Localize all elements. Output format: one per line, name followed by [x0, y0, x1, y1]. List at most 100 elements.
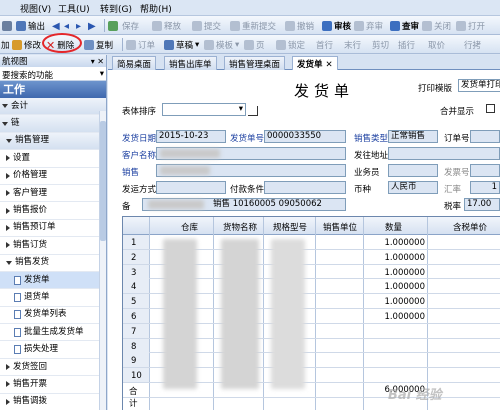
- nav-item[interactable]: 销售报价: [0, 202, 106, 220]
- payment-field[interactable]: [264, 181, 346, 194]
- tax-field[interactable]: 17.00: [464, 198, 500, 211]
- refresh-button[interactable]: [108, 19, 118, 33]
- nav-item[interactable]: 销售管理: [0, 132, 106, 151]
- take-price-label: 取价: [428, 41, 446, 51]
- nav-scrollbar[interactable]: [99, 111, 106, 410]
- merge-checkbox[interactable]: [486, 104, 495, 113]
- print-template-select[interactable]: 发货单打印: [458, 79, 500, 92]
- take-price-button[interactable]: 取价: [428, 38, 445, 52]
- row-number: 1: [131, 238, 137, 248]
- submit-label: 提交: [204, 22, 222, 32]
- print-button[interactable]: [2, 19, 12, 33]
- order-no-field[interactable]: [470, 130, 500, 143]
- nav-item[interactable]: 销售发货: [0, 255, 106, 272]
- qty-cell[interactable]: 1.000000: [363, 282, 425, 292]
- invoice-no-field[interactable]: [470, 164, 500, 177]
- page-button[interactable]: 页: [244, 38, 265, 52]
- nav-item[interactable]: 会计: [0, 98, 106, 116]
- nav-item[interactable]: 退货单: [0, 289, 106, 307]
- close-icon[interactable]: ✕: [325, 60, 332, 70]
- sort-select[interactable]: ▾: [162, 103, 246, 116]
- audit-button[interactable]: 审核: [322, 19, 351, 33]
- draft-button[interactable]: 草稿 ▾: [164, 38, 199, 52]
- redacted-block: [148, 200, 204, 209]
- lock-button[interactable]: 锁定: [276, 38, 305, 52]
- nav-item-label: 销售订货: [13, 239, 48, 250]
- row-copy-button[interactable]: 行拷: [464, 38, 481, 52]
- insert-row-button[interactable]: 插行: [398, 38, 415, 52]
- nav-scroll-thumb[interactable]: [100, 121, 106, 241]
- nav-last-button[interactable]: ▶: [88, 19, 96, 33]
- check-button[interactable]: 查审: [390, 19, 419, 33]
- col-warehouse[interactable]: 仓库: [181, 221, 198, 233]
- resubmit-button[interactable]: 重新提交: [230, 19, 276, 33]
- col-qty[interactable]: 数量: [385, 221, 402, 233]
- abandon-button[interactable]: 弃审: [354, 19, 383, 33]
- ship-no-field[interactable]: 0000033550: [264, 130, 346, 143]
- row-number: 5: [131, 297, 137, 308]
- nav-item[interactable]: 销售调拨: [0, 394, 106, 410]
- nav-prev-button[interactable]: ◂: [64, 19, 69, 33]
- grid-header: 仓库 货物名称 规格型号 销售单位 数量 含税单价: [123, 217, 500, 235]
- salesman-field[interactable]: [388, 164, 438, 177]
- col-spec[interactable]: 规格型号: [273, 221, 307, 233]
- release-button[interactable]: 释放: [152, 19, 181, 33]
- nav-item[interactable]: 发货单列表: [0, 307, 106, 325]
- nav-item[interactable]: 发货单: [0, 271, 106, 290]
- add-button[interactable]: 加: [1, 38, 10, 52]
- tab-simple-desktop[interactable]: 简易桌面: [112, 56, 157, 70]
- menu-view[interactable]: 视图(V): [20, 2, 51, 15]
- nav-first-button[interactable]: ◀: [52, 19, 60, 33]
- nav-item[interactable]: 客户管理: [0, 185, 106, 203]
- nav-item[interactable]: 发货签回: [0, 359, 106, 377]
- tab-sales-outbound[interactable]: 销售出库单: [164, 56, 217, 70]
- order-button[interactable]: 订单: [126, 38, 155, 52]
- submit-button[interactable]: 提交: [192, 19, 221, 33]
- sale-type-field[interactable]: 正常销售: [388, 130, 438, 143]
- menu-tools[interactable]: 工具(U): [58, 2, 90, 15]
- export-button[interactable]: 输出: [16, 19, 45, 33]
- qty-cell[interactable]: 1.000000: [363, 297, 425, 307]
- nav-next-button[interactable]: ▸: [76, 19, 81, 33]
- col-unit[interactable]: 销售单位: [323, 221, 357, 233]
- qty-cell[interactable]: 1.000000: [363, 238, 425, 248]
- transport-field[interactable]: [156, 181, 226, 194]
- modify-button[interactable]: 修改: [12, 38, 41, 52]
- delete-button[interactable]: ✕ 删除: [46, 38, 74, 52]
- ship-addr-field[interactable]: [388, 147, 500, 160]
- ship-date-field[interactable]: 2015-10-23: [156, 130, 226, 143]
- tab-delivery-note[interactable]: 发货单 ✕: [292, 56, 338, 70]
- pin-icon[interactable]: ▾ ✕: [91, 57, 106, 66]
- col-goods-name[interactable]: 货物名称: [223, 221, 257, 233]
- save-draft-button[interactable]: 保存: [122, 19, 139, 33]
- menu-help[interactable]: 帮助(H): [140, 2, 172, 15]
- qty-cell[interactable]: 1.000000: [363, 253, 425, 263]
- rate-field[interactable]: 1: [470, 181, 500, 194]
- nav-item[interactable]: 链: [0, 115, 106, 133]
- first-row-button[interactable]: 首行: [316, 38, 333, 52]
- close-doc-button[interactable]: 关闭: [422, 19, 451, 33]
- nav-item[interactable]: 批量生成发货单: [0, 324, 106, 342]
- menu-goto[interactable]: 转到(G): [100, 2, 132, 15]
- nav-search-box[interactable]: 要搜索的功能 ▾: [0, 67, 106, 81]
- dropdown-arrow-icon[interactable]: ▾: [100, 69, 104, 79]
- nav-item[interactable]: 损失处理: [0, 341, 106, 359]
- nav-section-work[interactable]: 工作: [0, 81, 106, 98]
- col-price[interactable]: 含税单价: [453, 221, 487, 233]
- last-row-button[interactable]: 末行: [344, 38, 361, 52]
- qty-cell[interactable]: 1.000000: [363, 312, 425, 322]
- nav-item[interactable]: 销售预订单: [0, 220, 106, 238]
- tab-sales-desktop[interactable]: 销售管理桌面: [224, 56, 286, 70]
- currency-field[interactable]: 人民币: [388, 181, 438, 194]
- copy-button[interactable]: 复制: [84, 38, 113, 52]
- qty-cell[interactable]: 1.000000: [363, 268, 425, 278]
- nav-item-label: 发货单列表: [24, 309, 67, 320]
- nav-item[interactable]: 设置: [0, 150, 106, 168]
- nav-item[interactable]: 价格管理: [0, 168, 106, 185]
- open-doc-button[interactable]: 打开: [456, 19, 485, 33]
- undo-button[interactable]: 撤销: [285, 19, 314, 33]
- cut-row-button[interactable]: 剪切: [372, 38, 389, 52]
- template-button[interactable]: 模板 ▾: [204, 38, 239, 52]
- nav-item[interactable]: 销售订货: [0, 237, 106, 255]
- nav-item[interactable]: 销售开票: [0, 376, 106, 394]
